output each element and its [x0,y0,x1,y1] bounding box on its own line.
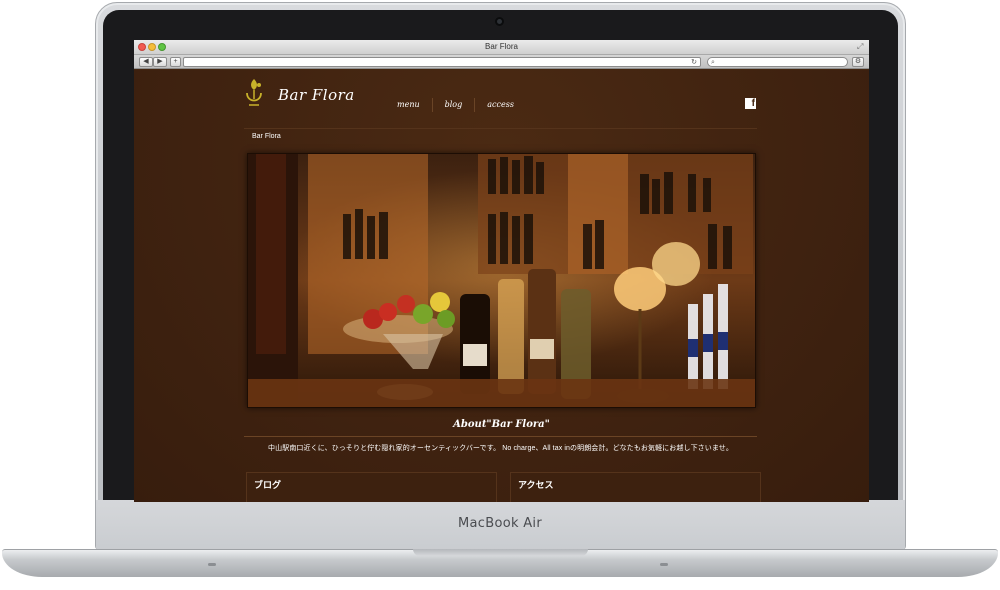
facebook-icon[interactable]: f [745,98,756,109]
access-section[interactable]: アクセス [510,472,761,502]
blog-section-title[interactable]: ブログ [254,478,281,491]
laptop-notch [413,549,588,556]
about-title: About"Bar Flora" [453,419,550,430]
close-icon[interactable] [138,43,146,51]
settings-gear-button[interactable]: ⚙ [852,57,864,67]
search-field[interactable]: ⌕ [707,57,848,67]
forward-button[interactable]: ▶ [153,57,167,67]
nav-item-blog[interactable]: blog [431,98,475,112]
about-text: 中山駅南口近くに、ひっそりと佇む隠れ家的オーセンティックバーです。 No cha… [268,445,733,452]
back-button[interactable]: ◀ [139,57,153,67]
reload-icon[interactable]: ↻ [691,58,697,67]
blog-section[interactable]: ブログ [246,472,497,502]
browser-toolbar: ◀ ▶ + ↻ ⌕ ⚙ [134,55,869,69]
camera-icon [495,17,504,26]
header-divider [244,128,757,129]
laptop-foot [660,563,668,566]
breadcrumb[interactable]: Bar Flora [252,133,281,140]
web-page: Bar Flora menu blog access f Bar Flora A… [134,70,869,502]
add-bookmark-button[interactable]: + [170,57,181,67]
about-divider [244,436,757,437]
laptop-foot [208,563,216,566]
browser-window: Bar Flora ⤢ ◀ ▶ + ↻ ⌕ ⚙ Bar Flora menu b… [134,40,869,502]
nav-item-access[interactable]: access [474,98,526,112]
nav-item-menu[interactable]: menu [390,98,432,112]
search-icon: ⌕ [711,59,715,66]
minimize-icon[interactable] [148,43,156,51]
zoom-icon[interactable] [158,43,166,51]
fullscreen-icon[interactable]: ⤢ [857,42,866,51]
access-section-title[interactable]: アクセス [518,478,554,491]
address-bar[interactable]: ↻ [183,57,701,67]
hero-bar-photo [247,153,756,408]
device-brand-label: MacBook Air [458,516,542,531]
title-bar: Bar Flora ⤢ [134,40,869,55]
site-logo-text[interactable]: Bar Flora [278,86,355,104]
main-nav: menu blog access [390,98,526,112]
logo-icon[interactable] [243,77,265,111]
window-title: Bar Flora [485,42,518,51]
